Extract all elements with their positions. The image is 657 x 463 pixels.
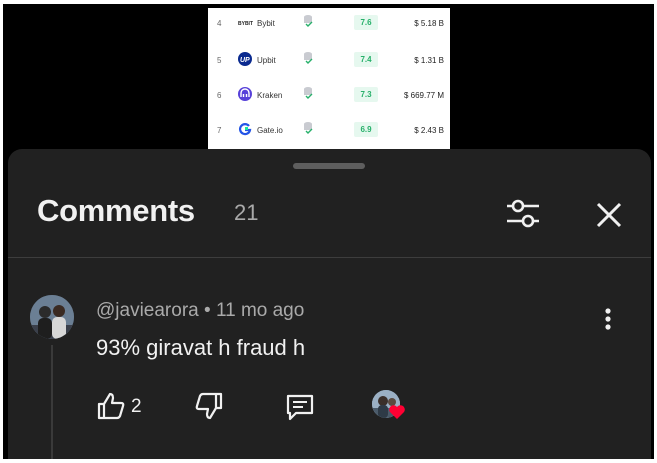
sliders-icon <box>507 199 539 228</box>
volume-cell: $ 5.18 B <box>414 19 444 28</box>
upbit-logo-icon: UP <box>238 52 252 66</box>
kraken-logo-icon <box>238 87 252 101</box>
database-check-icon <box>303 14 313 28</box>
score-badge: 7.4 <box>354 52 378 67</box>
table-row: 5 UP Upbit 7.4 $ 1.31 B <box>208 45 450 75</box>
meta-separator: • <box>204 300 211 321</box>
reply-thread-line <box>51 345 53 459</box>
gateio-logo-icon <box>238 122 252 136</box>
like-count: 2 <box>131 396 142 417</box>
heart-icon <box>388 403 406 421</box>
dislike-button[interactable] <box>194 391 224 421</box>
exchange-name: Kraken <box>257 91 283 100</box>
rank-cell: 5 <box>217 56 222 65</box>
comment-menu-button[interactable] <box>604 307 612 333</box>
exchange-name: Bybit <box>257 19 275 28</box>
database-check-icon <box>303 86 313 100</box>
svg-text:BYBIT: BYBIT <box>238 21 253 27</box>
volume-cell: $ 1.31 B <box>414 56 444 65</box>
volume-cell: $ 669.77 M <box>403 91 444 100</box>
score-badge: 7.3 <box>354 87 378 102</box>
rank-cell: 6 <box>217 91 222 100</box>
close-icon <box>596 202 622 228</box>
svg-text:UP: UP <box>240 57 250 64</box>
video-frame[interactable]: 4 BYBIT Bybit 7.6 $ 5.18 B 5 UP Upbit 7.… <box>208 8 450 150</box>
close-button[interactable] <box>595 201 623 229</box>
table-row: 7 Gate.io 6.9 $ 2.43 B <box>208 115 450 145</box>
rank-cell: 4 <box>217 19 222 28</box>
app-frame: 4 BYBIT Bybit 7.6 $ 5.18 B 5 UP Upbit 7.… <box>3 4 654 459</box>
bybit-logo-icon: BYBIT <box>238 15 253 29</box>
score-badge: 6.9 <box>354 122 378 137</box>
table-row: 6 Kraken 7.3 $ 669.77 M <box>208 80 450 110</box>
more-vertical-icon <box>605 308 611 330</box>
table-row: 4 BYBIT Bybit 7.6 $ 5.18 B <box>208 8 450 38</box>
comments-count: 21 <box>234 200 259 225</box>
comments-sheet: Comments 21 @javiearora • 11 mo ago 93% … <box>8 149 651 459</box>
score-badge: 7.6 <box>354 15 378 30</box>
avatar[interactable] <box>30 295 74 339</box>
sort-filter-button[interactable] <box>504 195 542 233</box>
exchange-name: Gate.io <box>257 126 283 135</box>
reply-button[interactable] <box>284 392 316 422</box>
comment-meta: @javiearora • 11 mo ago <box>96 300 304 322</box>
rank-cell: 7 <box>217 126 222 135</box>
thumbs-down-icon <box>195 392 223 420</box>
header-divider <box>8 257 651 258</box>
thumbs-up-icon <box>97 392 125 420</box>
database-check-icon <box>303 121 313 135</box>
comment-author[interactable]: @javiearora <box>96 300 199 321</box>
comments-title: Comments <box>37 193 195 228</box>
comment-text: 93% giravat h fraud h <box>96 335 306 360</box>
database-check-icon <box>303 51 313 65</box>
comment-time: 11 mo ago <box>215 300 305 321</box>
reply-comment-icon <box>286 394 314 421</box>
volume-cell: $ 2.43 B <box>414 126 444 135</box>
drag-handle[interactable] <box>293 163 365 169</box>
like-button[interactable] <box>96 391 126 421</box>
exchange-name: Upbit <box>257 56 276 65</box>
